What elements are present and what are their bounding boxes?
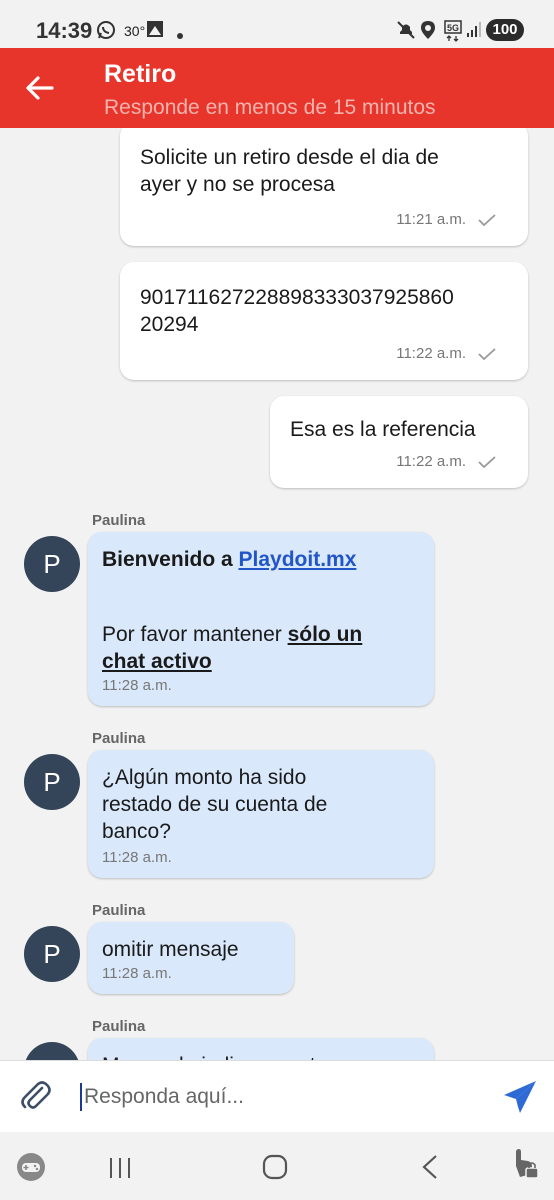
home-button[interactable]: [262, 1154, 288, 1185]
system-nav-bar: [0, 1132, 554, 1200]
message-input[interactable]: [84, 1077, 484, 1117]
message-time: 11:22 a.m.: [396, 345, 466, 362]
message-list[interactable]: Solicite un retiro desde el dia de ayer …: [0, 128, 554, 1060]
message-time: 11:28 a.m.: [102, 849, 172, 866]
status-bar: 14:39 30° 5G 100: [0, 0, 554, 48]
incoming-message[interactable]: ¿Algún monto ha sido restado de su cuent…: [88, 750, 434, 878]
message-time: 11:28 a.m.: [102, 677, 172, 694]
incoming-message[interactable]: Bienvenido a Playdoit.mx Por favor mante…: [88, 532, 434, 706]
sender-name: Paulina: [92, 1018, 146, 1035]
notification-dot-icon: [176, 27, 184, 45]
message-time: 11:28 a.m.: [102, 965, 172, 982]
touch-lock-button[interactable]: [508, 1146, 540, 1185]
sender-name: Paulina: [92, 512, 146, 529]
back-button[interactable]: [24, 72, 56, 104]
svg-text:5G: 5G: [447, 23, 459, 33]
incoming-message[interactable]: Me puede indicar monto: [88, 1038, 434, 1060]
message-time: 11:22 a.m.: [396, 453, 466, 470]
send-icon: [504, 1081, 536, 1113]
home-icon: [262, 1154, 288, 1180]
sender-name: Paulina: [92, 902, 146, 919]
avatar: P: [24, 754, 80, 810]
message-composer: [0, 1060, 554, 1132]
message-text: Bienvenido a Playdoit.mx Por favor mante…: [102, 548, 363, 673]
outgoing-message[interactable]: 901711627228898333037925860 20294 11:22 …: [120, 262, 528, 380]
playdoit-link[interactable]: Playdoit.mx: [239, 548, 357, 571]
outgoing-message[interactable]: Solicite un retiro desde el dia de ayer …: [120, 128, 528, 246]
battery-indicator: 100: [486, 19, 524, 41]
system-back-button[interactable]: [420, 1154, 440, 1185]
sent-check-icon: [478, 214, 496, 226]
sent-check-icon: [478, 456, 496, 468]
status-time: 14:39: [36, 18, 93, 43]
chevron-left-icon: [422, 1155, 437, 1179]
incoming-message[interactable]: omitir mensaje 11:28 a.m.: [88, 922, 294, 994]
response-time-subtitle: Responde en menos de 15 minutos: [104, 96, 436, 119]
sent-check-icon: [478, 348, 496, 360]
message-text: Esa es la referencia: [290, 418, 476, 441]
whatsapp-icon: [96, 20, 116, 45]
arrow-left-icon: [26, 76, 54, 100]
avatar: P: [24, 1042, 80, 1060]
attach-button[interactable]: [18, 1079, 52, 1113]
outgoing-message[interactable]: Esa es la referencia 11:22 a.m.: [270, 396, 528, 488]
game-launcher-button[interactable]: [16, 1152, 46, 1187]
avatar: P: [24, 926, 80, 982]
text-cursor: [80, 1083, 82, 1111]
chat-title: Retiro: [104, 60, 177, 88]
message-text: omitir mensaje: [102, 938, 239, 961]
chat-screen: 14:39 30° 5G 100 Retiro Responde en meno…: [0, 0, 554, 1200]
recent-apps-button[interactable]: [108, 1156, 132, 1185]
gamepad-icon: [17, 1153, 45, 1181]
mute-icon: [396, 20, 416, 45]
hand-lock-icon: [516, 1149, 539, 1179]
message-text: 901711627228898333037925860 20294: [140, 286, 454, 336]
location-icon: [420, 20, 436, 45]
avatar: P: [24, 536, 80, 592]
gallery-icon: [146, 20, 164, 43]
send-button[interactable]: [502, 1079, 538, 1115]
temperature-label: 30°: [124, 23, 146, 39]
message-time: 11:21 a.m.: [396, 211, 466, 228]
5g-icon: 5G: [444, 20, 462, 47]
message-text: Me puede indicar monto: [102, 1052, 414, 1060]
signal-icon: [466, 20, 482, 43]
chat-header: Retiro Responde en menos de 15 minutos: [0, 48, 554, 128]
message-text: ¿Algún monto ha sido restado de su cuent…: [102, 766, 328, 843]
sender-name: Paulina: [92, 730, 146, 747]
paperclip-icon: [21, 1081, 51, 1109]
recents-icon: [110, 1158, 130, 1178]
message-text: Solicite un retiro desde el dia de ayer …: [140, 146, 439, 196]
